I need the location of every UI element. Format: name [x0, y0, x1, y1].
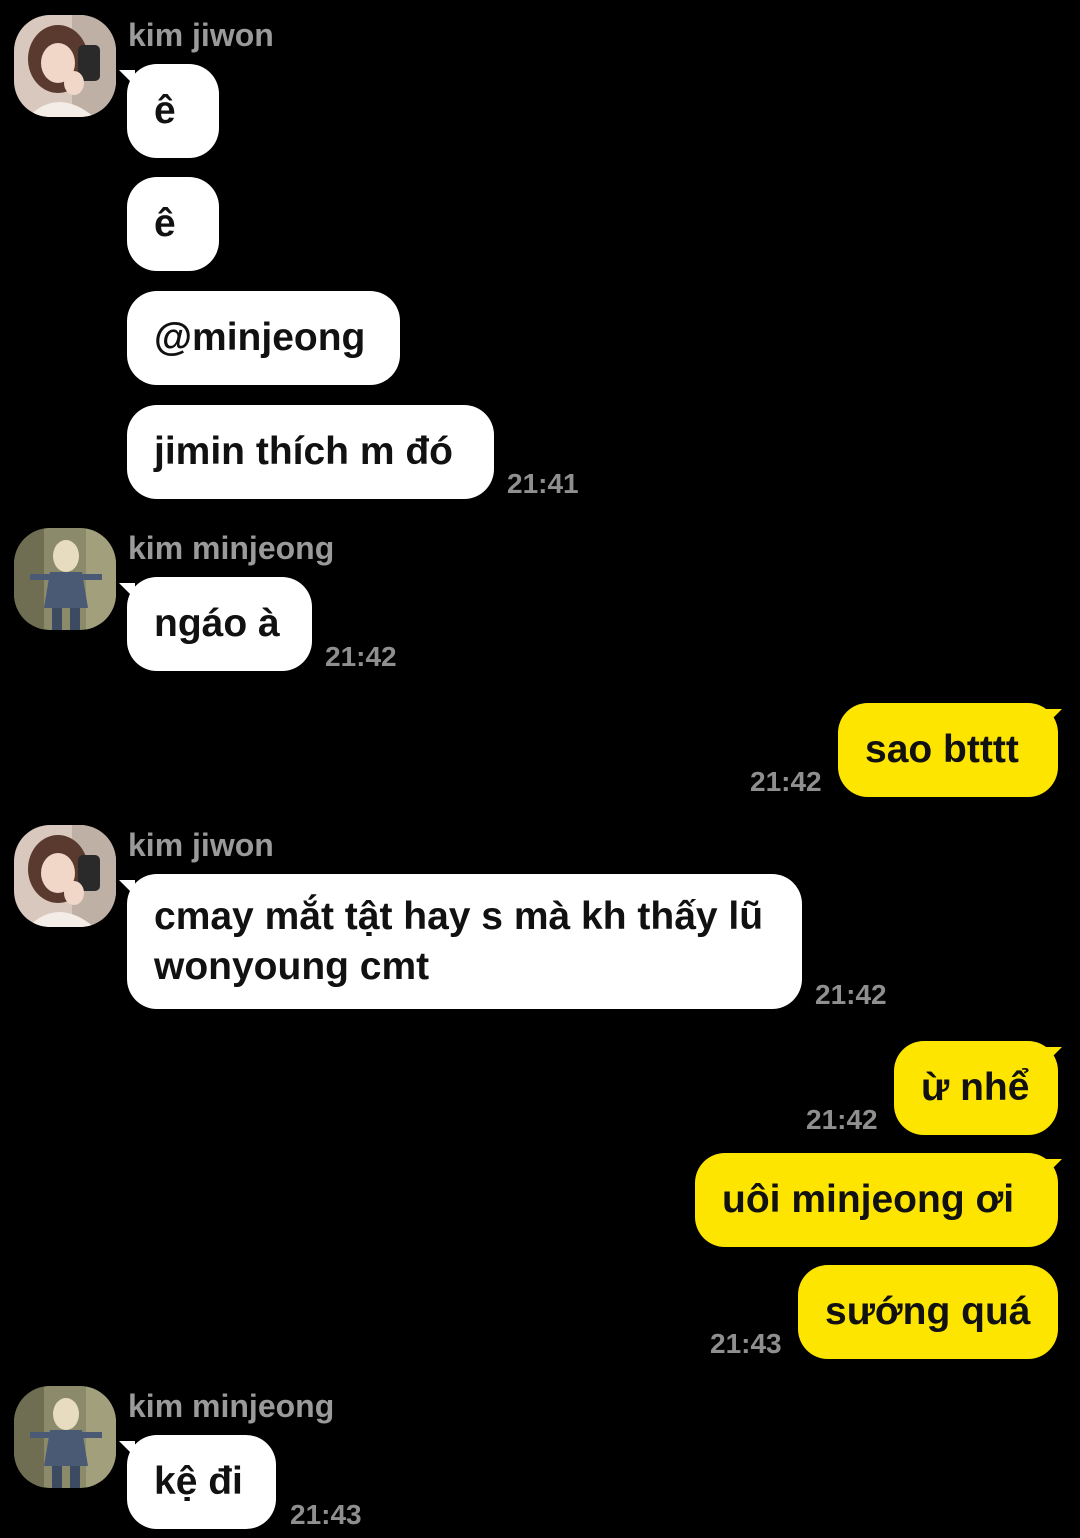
bubble-tail — [1046, 1047, 1062, 1063]
message-time: 21:42 — [325, 641, 397, 672]
profile-photo-minjeong-icon — [14, 528, 116, 630]
bubble-tail — [1046, 709, 1062, 725]
sender-name: kim minjeong — [128, 530, 335, 566]
message-bubble[interactable]: ngáo à — [127, 577, 312, 671]
avatar-kim-minjeong[interactable] — [14, 528, 116, 630]
profile-photo-jiwon-icon — [14, 15, 116, 117]
message-bubble-outgoing[interactable]: ừ nhể — [894, 1041, 1058, 1135]
message-bubble[interactable]: ê — [127, 64, 219, 158]
message-bubble[interactable]: ê — [127, 177, 219, 271]
message-time: 21:42 — [815, 979, 887, 1010]
avatar-kim-jiwon[interactable] — [14, 825, 116, 927]
sender-name: kim jiwon — [128, 17, 274, 53]
message-time: 21:41 — [507, 468, 579, 499]
message-time: 21:42 — [806, 1104, 878, 1135]
message-bubble[interactable]: @minjeong — [127, 291, 400, 385]
message-time: 21:42 — [750, 766, 822, 797]
chat-message-list[interactable]: kim jiwon ê ê @minjeong jimin thích m đó… — [0, 0, 1080, 1538]
message-bubble[interactable]: jimin thích m đó — [127, 405, 494, 499]
avatar-kim-minjeong[interactable] — [14, 1386, 116, 1488]
sender-name: kim jiwon — [128, 827, 274, 863]
avatar-kim-jiwon[interactable] — [14, 15, 116, 117]
message-bubble-outgoing[interactable]: sao btttt — [838, 703, 1058, 797]
message-bubble[interactable]: cmay mắt tật hay s mà kh thấy lũ wonyoun… — [127, 874, 802, 1009]
message-bubble[interactable]: kệ đi — [127, 1435, 276, 1529]
bubble-tail — [1046, 1159, 1062, 1175]
profile-photo-minjeong-icon — [14, 1386, 116, 1488]
message-bubble-outgoing[interactable]: sướng quá — [798, 1265, 1058, 1359]
message-time: 21:43 — [710, 1328, 782, 1359]
sender-name: kim minjeong — [128, 1388, 335, 1424]
profile-photo-jiwon-icon — [14, 825, 116, 927]
message-time: 21:43 — [290, 1499, 362, 1530]
message-bubble-outgoing[interactable]: uôi minjeong ơi — [695, 1153, 1058, 1247]
